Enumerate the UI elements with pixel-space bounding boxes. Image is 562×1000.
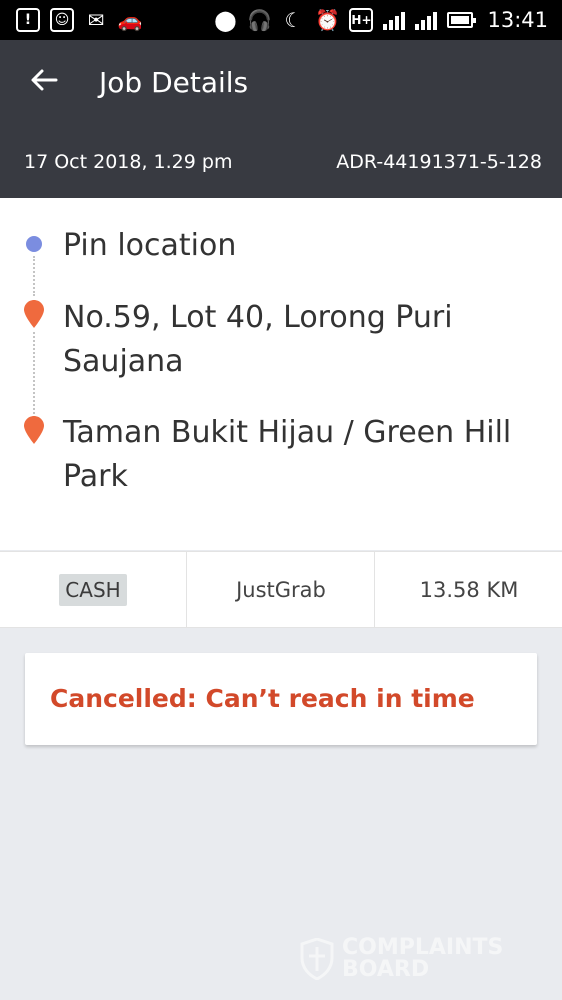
watermark-text: COMPLAINTS BOARD	[342, 935, 504, 982]
mail-icon: ✉	[87, 8, 105, 32]
alert-icon: !	[16, 8, 40, 32]
moon-icon: ☾	[284, 8, 303, 32]
status-time: 13:41	[487, 8, 548, 32]
cancellation-card: Cancelled: Can’t reach in time	[25, 653, 537, 745]
origin-dot-icon	[26, 236, 42, 252]
status-bar-right: ⬤ 🎧 ☾ ⏰ H+ 13:41	[213, 0, 548, 40]
cancellation-status: Cancelled: Can’t reach in time	[50, 684, 475, 713]
hplus-icon: H+	[349, 8, 374, 32]
job-reference: ADR-44191371-5-128	[336, 151, 542, 173]
stop-pickup: Pin location	[63, 228, 237, 263]
location-icon: ⬤	[214, 8, 237, 32]
route-card: Pin location No.59, Lot 40, Lorong Puri …	[0, 198, 562, 550]
pin-icon-2	[24, 416, 44, 444]
app-header: Job Details 17 Oct 2018, 1.29 pm ADR-441…	[0, 40, 562, 198]
job-date: 17 Oct 2018, 1.29 pm	[24, 151, 233, 173]
distance-cell: 13.58 KM	[374, 552, 562, 628]
arrow-left-icon	[31, 69, 58, 91]
face-icon: ☺	[50, 8, 74, 32]
service-cell: JustGrab	[186, 552, 375, 628]
stop-dropoff-2: Taman Bukit Hijau / Green Hill Park	[63, 415, 512, 494]
pin-icon	[24, 300, 44, 328]
trip-info-row: CASH JustGrab 13.58 KM	[0, 551, 562, 628]
stop-dropoff-1: No.59, Lot 40, Lorong Puri Saujana	[63, 300, 453, 379]
car-icon: 🚗	[117, 8, 143, 32]
route-connector-2	[33, 332, 35, 414]
alarm-icon: ⏰	[315, 8, 340, 32]
page-title: Job Details	[99, 66, 249, 99]
signal-icon-2	[415, 10, 438, 30]
signal-icon	[383, 10, 406, 30]
shield-icon	[300, 938, 334, 980]
status-bar: ! ☺ ✉ 🚗 ⬤ 🎧 ☾ ⏰ H+ 13:41	[0, 0, 562, 40]
battery-charging-icon	[447, 12, 477, 28]
back-button[interactable]	[28, 64, 60, 96]
watermark-logo: COMPLAINTS BOARD	[300, 934, 530, 984]
route-connector	[33, 256, 35, 296]
status-bar-left: ! ☺ ✉ 🚗	[16, 0, 142, 40]
headset-icon: 🎧	[247, 8, 272, 32]
payment-badge: CASH	[59, 574, 127, 606]
payment-cell: CASH	[0, 552, 186, 628]
